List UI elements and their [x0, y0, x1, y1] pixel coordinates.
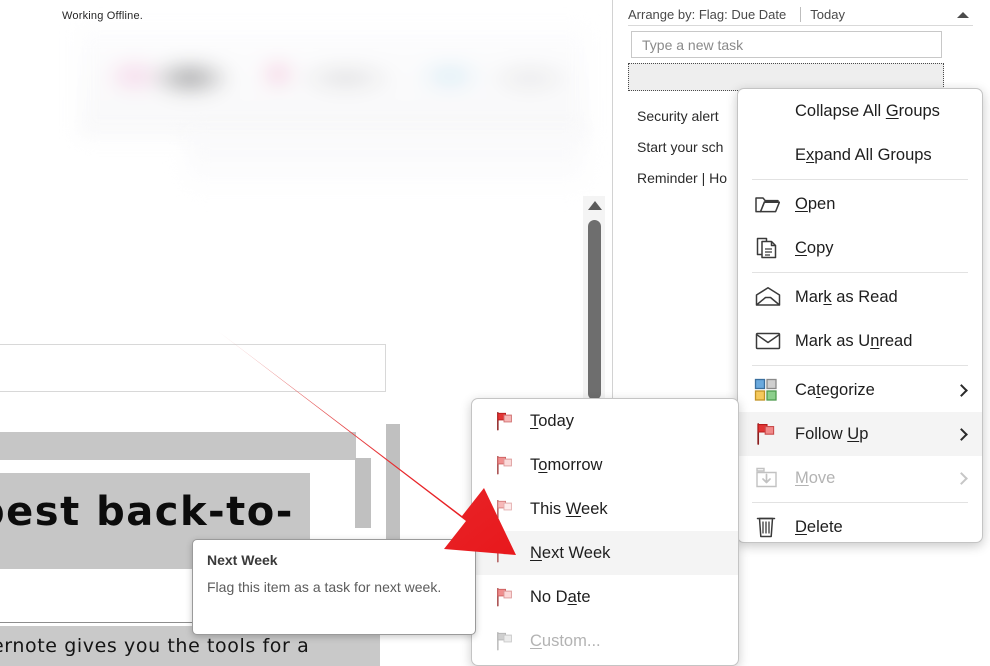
pink-flag-icon: [494, 585, 530, 609]
menu-item-categorize[interactable]: Categorize: [738, 368, 982, 412]
menu-item-expand-all-groups[interactable]: Expand All Groups: [738, 133, 982, 177]
menu-item-collapse-all-groups[interactable]: Collapse All Groups: [738, 89, 982, 133]
copy-icon: [754, 236, 795, 260]
arrange-by-bar[interactable]: Arrange by: Flag: Due Date Today: [628, 4, 973, 26]
menu-separator: [752, 272, 968, 273]
menu-item-label: Categorize: [795, 380, 875, 399]
menu-item-copy[interactable]: Copy: [738, 226, 982, 270]
follow-up-submenu: Today Tomorrow This Week Next Week No Da…: [471, 398, 739, 666]
document-heading: best back-to-: [0, 489, 294, 535]
menu-item-label: Expand All Groups: [795, 145, 932, 164]
menu-item-move: Move: [738, 456, 982, 500]
caret-up-icon[interactable]: [957, 11, 969, 18]
document-status-text: Working Offline.: [62, 10, 144, 22]
task-list-item[interactable]: Reminder | Ho: [637, 170, 727, 186]
chevron-right-icon: [955, 471, 968, 485]
context-menu: Collapse All Groups Expand All Groups Op…: [737, 88, 983, 543]
menu-item-label: Move: [795, 468, 836, 487]
vertical-scrollbar-thumb[interactable]: [588, 220, 601, 400]
categorize-icon: [754, 378, 795, 402]
menu-item-follow-up[interactable]: Follow Up: [738, 412, 982, 456]
document-gray-band-top: [0, 432, 356, 460]
menu-item-label: Follow Up: [795, 424, 869, 443]
envelope-open-icon: [754, 286, 795, 308]
light-flag-icon: [494, 541, 530, 565]
menu-item-label: Copy: [795, 238, 834, 257]
blurred-banner: [78, 26, 588, 138]
new-task-input[interactable]: [631, 31, 942, 58]
menu-separator: [752, 502, 968, 503]
chevron-right-icon: [955, 427, 968, 441]
submenu-item-this-week[interactable]: This Week: [472, 487, 738, 531]
menu-item-label: Collapse All Groups: [795, 101, 940, 120]
menu-separator: [752, 365, 968, 366]
submenu-item-no-date[interactable]: No Date: [472, 575, 738, 619]
submenu-item-label: Next Week: [530, 543, 611, 562]
move-to-folder-icon: [754, 466, 795, 490]
menu-item-mark-as-read[interactable]: Mark as Read: [738, 275, 982, 319]
envelope-closed-icon: [754, 330, 795, 352]
submenu-item-next-week[interactable]: Next Week: [472, 531, 738, 575]
submenu-item-tomorrow[interactable]: Tomorrow: [472, 443, 738, 487]
submenu-item-today[interactable]: Today: [472, 399, 738, 443]
submenu-item-label: Custom...: [530, 631, 601, 650]
submenu-item-custom: Custom...: [472, 619, 738, 663]
arrange-separator: [800, 7, 802, 22]
task-list-item[interactable]: Security alert: [637, 108, 719, 124]
arrange-by-label: Arrange by: Flag: Due Date: [628, 7, 787, 22]
task-list-item[interactable]: Start your sch: [637, 139, 723, 155]
blurred-banner-secondary: [186, 130, 586, 188]
document-body-text: ernote gives you the tools for a: [0, 635, 310, 657]
red-flag-icon: [754, 422, 795, 446]
menu-item-open[interactable]: Open: [738, 182, 982, 226]
menu-item-label: Mark as Unread: [795, 331, 913, 350]
menu-item-label: Delete: [795, 517, 843, 536]
submenu-item-label: Tomorrow: [530, 455, 603, 474]
pink-flag-icon: [494, 453, 530, 477]
submenu-item-label: No Date: [530, 587, 591, 606]
menu-separator: [752, 179, 968, 180]
menu-item-delete[interactable]: Delete: [738, 505, 982, 542]
tooltip-body: Flag this item as a task for next week.: [207, 579, 442, 595]
tooltip-title: Next Week: [207, 552, 278, 568]
task-group-label: Today: [810, 7, 845, 22]
light-flag-icon: [494, 497, 530, 521]
panel-divider: [612, 0, 613, 410]
chevron-right-icon: [955, 383, 968, 397]
gray-flag-icon: [494, 629, 530, 653]
task-list-row-selected[interactable]: [628, 63, 944, 91]
red-flag-icon: [494, 409, 530, 433]
document-gray-bar-inner: [355, 458, 371, 528]
scroll-up-arrow-icon[interactable]: [588, 201, 602, 210]
screenshot-root: Working Offline. best back-to- ernote gi…: [0, 0, 990, 666]
menu-item-label: Mark as Read: [795, 287, 898, 306]
submenu-item-label: This Week: [530, 499, 608, 518]
submenu-item-label: Today: [530, 411, 575, 430]
document-status-box: [0, 344, 386, 392]
trash-icon: [754, 515, 795, 539]
open-folder-icon: [754, 193, 795, 215]
menu-item-mark-as-unread[interactable]: Mark as Unread: [738, 319, 982, 363]
menu-item-label: Open: [795, 194, 836, 213]
tooltip: Next Week Flag this item as a task for n…: [192, 539, 476, 635]
